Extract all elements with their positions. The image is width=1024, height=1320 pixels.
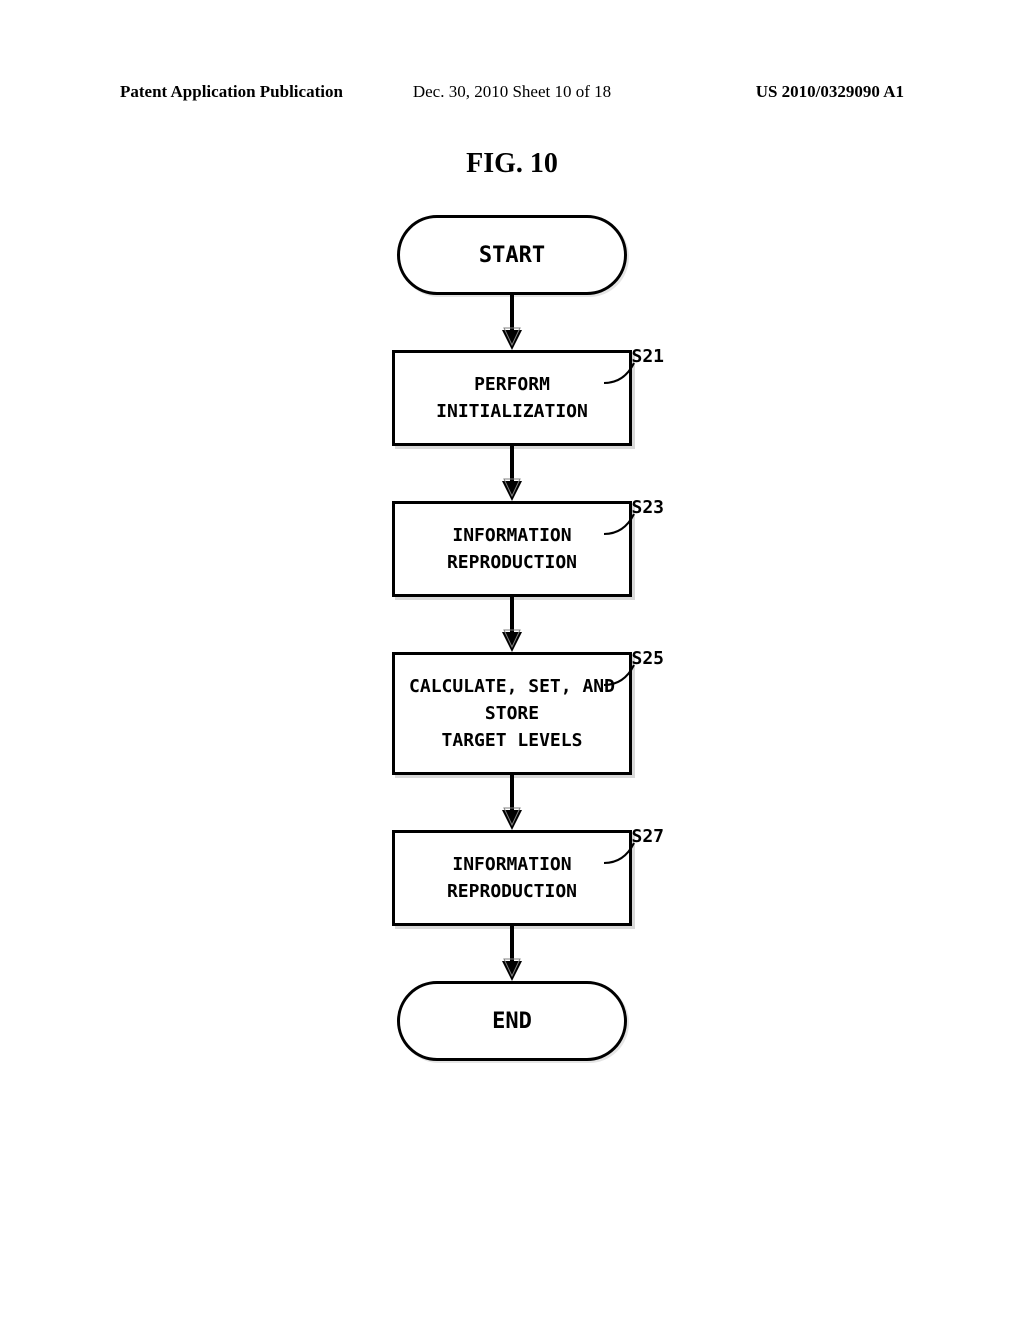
process-step-s21: S21 PERFORM INITIALIZATION [392,350,632,446]
arrow-icon [322,597,702,652]
figure-title: FIG. 10 [466,148,558,180]
arrow-icon [322,775,702,830]
process-step-s25: S25 CALCULATE, SET, AND STORE TARGET LEV… [392,652,632,775]
step-text: CALCULATE, SET, AND STORE TARGET LEVELS [409,673,615,754]
header-right: US 2010/0329090 A1 [756,82,904,102]
step-text: INFORMATION REPRODUCTION [447,851,577,905]
step-label: S25 [631,645,664,672]
process-step-s27: S27 INFORMATION REPRODUCTION [392,830,632,926]
step-label: S23 [631,494,664,521]
flowchart: START S21 PERFORM INITIALIZATION S23 INF… [322,215,702,1061]
arrow-icon [322,295,702,350]
step-label: S27 [631,823,664,850]
header-center: Dec. 30, 2010 Sheet 10 of 18 [413,82,611,102]
page-header: Patent Application Publication Dec. 30, … [0,82,1024,102]
arrow-icon [322,926,702,981]
step-text: PERFORM INITIALIZATION [436,371,588,425]
arrow-icon [322,446,702,501]
step-text: INFORMATION REPRODUCTION [447,522,577,576]
step-label: S21 [631,343,664,370]
end-terminal: END [397,981,627,1061]
process-step-s23: S23 INFORMATION REPRODUCTION [392,501,632,597]
header-left: Patent Application Publication [120,82,343,102]
end-label: END [492,1009,532,1034]
start-terminal: START [397,215,627,295]
start-label: START [479,243,545,268]
